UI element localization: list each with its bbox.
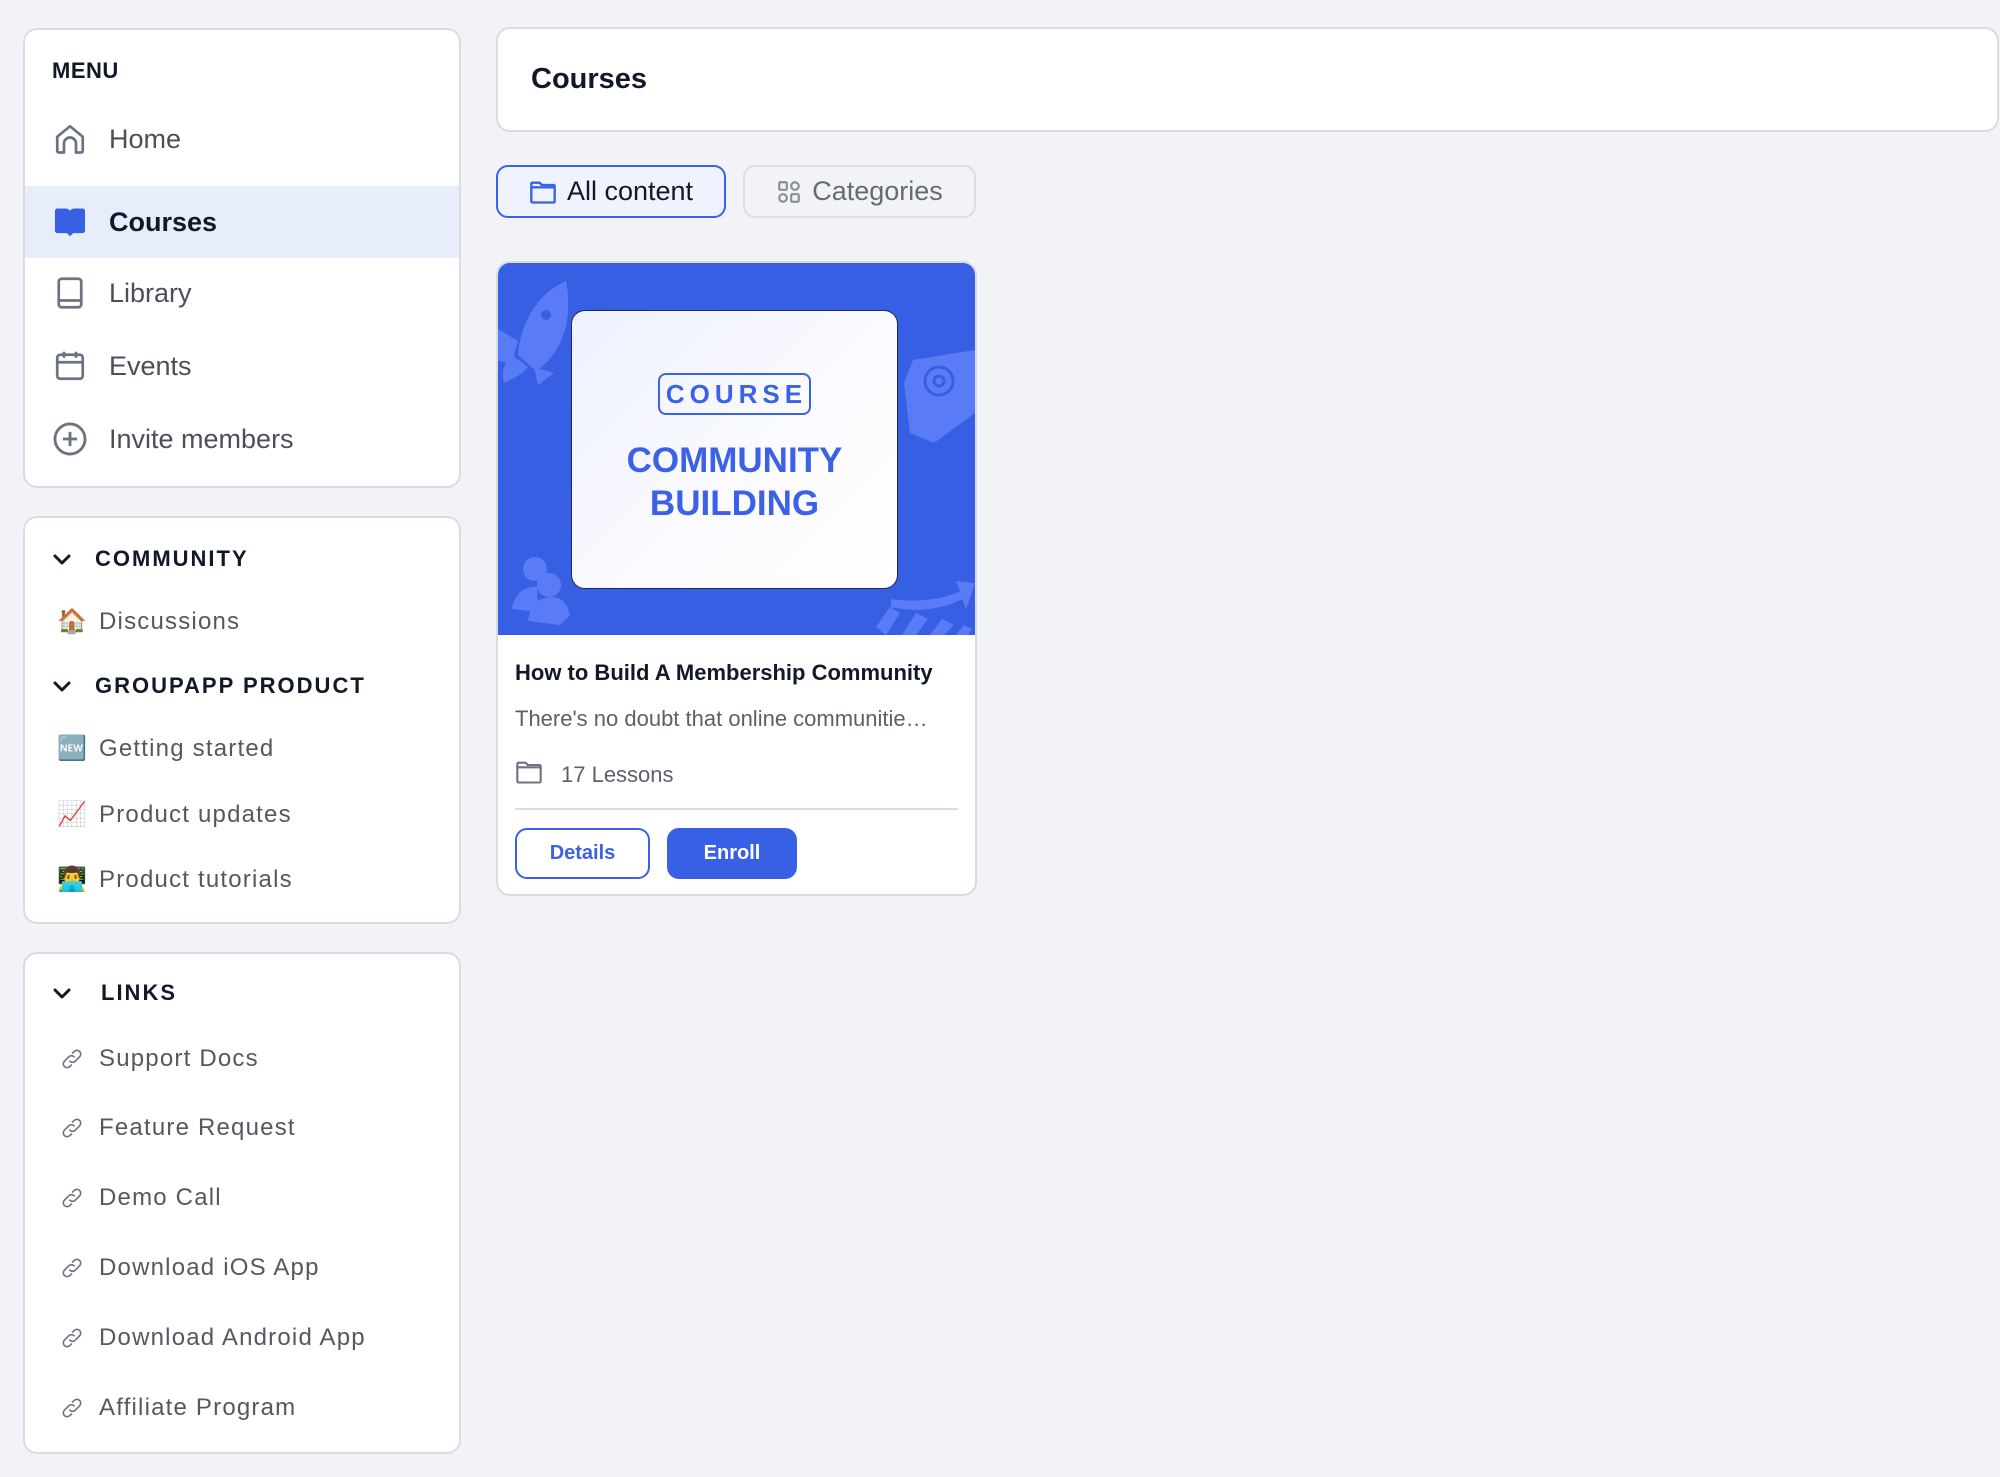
link-icon [57,1253,87,1283]
course-thumbnail[interactable]: COURSE COMMUNITY BUILDING [498,263,975,635]
sidebar-item-library[interactable]: Library [25,257,459,329]
channel-product-updates[interactable]: 📈 Product updates [57,800,292,830]
section-title: LINKS [101,980,177,1005]
channel-label: Product updates [99,801,292,828]
tab-categories[interactable]: Categories [743,165,976,218]
course-card[interactable]: COURSE COMMUNITY BUILDING How to Build A… [496,261,977,896]
link-label: Download Android App [99,1324,366,1351]
home-icon [51,120,89,158]
link-demo-call[interactable]: Demo Call [57,1183,222,1213]
link-download-android-app[interactable]: Download Android App [57,1323,366,1353]
card-divider [515,808,958,810]
sidebar-item-invite-members[interactable]: Invite members [25,403,459,475]
sidebar-item-label: Home [109,123,182,154]
link-icon [57,1044,87,1074]
channel-label: Getting started [99,735,275,762]
lessons-count: 17 Lessons [561,761,674,787]
link-support-docs[interactable]: Support Docs [57,1044,259,1074]
tab-all-content[interactable]: All content [496,165,726,218]
people-icon [512,557,570,625]
sidebar-item-label: Invite members [109,423,294,454]
channel-label: Product tutorials [99,866,293,893]
sidebar-item-courses[interactable]: Courses [25,186,459,258]
course-title[interactable]: How to Build A Membership Community [515,660,933,686]
calendar-icon [51,347,89,385]
technologist-emoji-icon: 👨‍💻 [57,866,87,893]
channel-discussions[interactable]: 🏠 Discussions [57,607,240,637]
link-affiliate-program[interactable]: Affiliate Program [57,1393,296,1423]
page-header: Courses [496,27,1999,132]
section-title: COMMUNITY [95,546,249,571]
thumbnail-line-2: BUILDING [649,484,820,523]
course-description: There's no doubt that online communitie… [515,706,928,731]
channel-getting-started[interactable]: 🆕 Getting started [57,734,274,764]
enroll-button[interactable]: Enroll [667,828,797,879]
link-label: Affiliate Program [99,1394,297,1421]
menu-title: MENU [52,58,119,83]
community-panel: COMMUNITY 🏠 Discussions GROUPAPP PRODUCT… [23,516,461,924]
sidebar-item-label: Events [109,350,192,381]
links-panel: LINKS Support Docs Feature Request Demo … [23,952,461,1454]
link-label: Support Docs [99,1045,259,1072]
sidebar-item-label: Courses [109,206,218,237]
sidebar-item-events[interactable]: Events [25,330,459,402]
thumbnail-line-1: COMMUNITY [626,441,843,480]
link-download-ios-app[interactable]: Download iOS App [57,1253,320,1283]
house-emoji-icon: 🏠 [57,608,87,635]
thumbnail-title-card: COURSE COMMUNITY BUILDING [571,310,898,589]
grid-icon [776,179,802,205]
link-icon [57,1323,87,1353]
new-emoji-icon: 🆕 [57,735,87,762]
sidebar-item-label: Library [109,277,192,308]
chevron-down-icon [51,675,73,697]
folder-icon [515,759,543,790]
link-label: Demo Call [99,1184,222,1211]
tab-label: Categories [812,176,943,206]
link-icon [57,1393,87,1423]
page-title: Courses [531,63,648,95]
thumbnail-course-name: COMMUNITY BUILDING [572,439,897,525]
section-title: GROUPAPP PRODUCT [95,673,366,698]
chevron-down-icon [51,982,73,1004]
rocket-icon [498,281,569,385]
channel-label: Discussions [99,608,241,635]
link-icon [57,1113,87,1143]
details-button[interactable]: Details [515,828,650,879]
link-icon [57,1183,87,1213]
sidebar-item-home[interactable]: Home [25,103,459,175]
book-icon [51,274,89,312]
chevron-down-icon [51,548,73,570]
book-open-icon [51,203,89,241]
email-envelope-icon [904,350,975,443]
chart-increasing-emoji-icon: 📈 [57,801,87,828]
link-label: Feature Request [99,1114,296,1141]
link-feature-request[interactable]: Feature Request [57,1113,296,1143]
channel-product-tutorials[interactable]: 👨‍💻 Product tutorials [57,865,293,895]
folder-icon [529,179,557,205]
section-toggle-community[interactable]: COMMUNITY [51,546,249,572]
growth-chart-icon [876,581,975,635]
section-toggle-groupapp-product[interactable]: GROUPAPP PRODUCT [51,673,366,699]
section-toggle-links[interactable]: LINKS [51,980,177,1006]
course-badge: COURSE [658,373,811,415]
link-label: Download iOS App [99,1254,320,1281]
menu-panel: MENU Home Courses Library Events Invite … [23,28,461,488]
course-lessons: 17 Lessons [515,759,674,790]
plus-circle-icon [51,420,89,458]
tab-label: All content [566,176,694,206]
